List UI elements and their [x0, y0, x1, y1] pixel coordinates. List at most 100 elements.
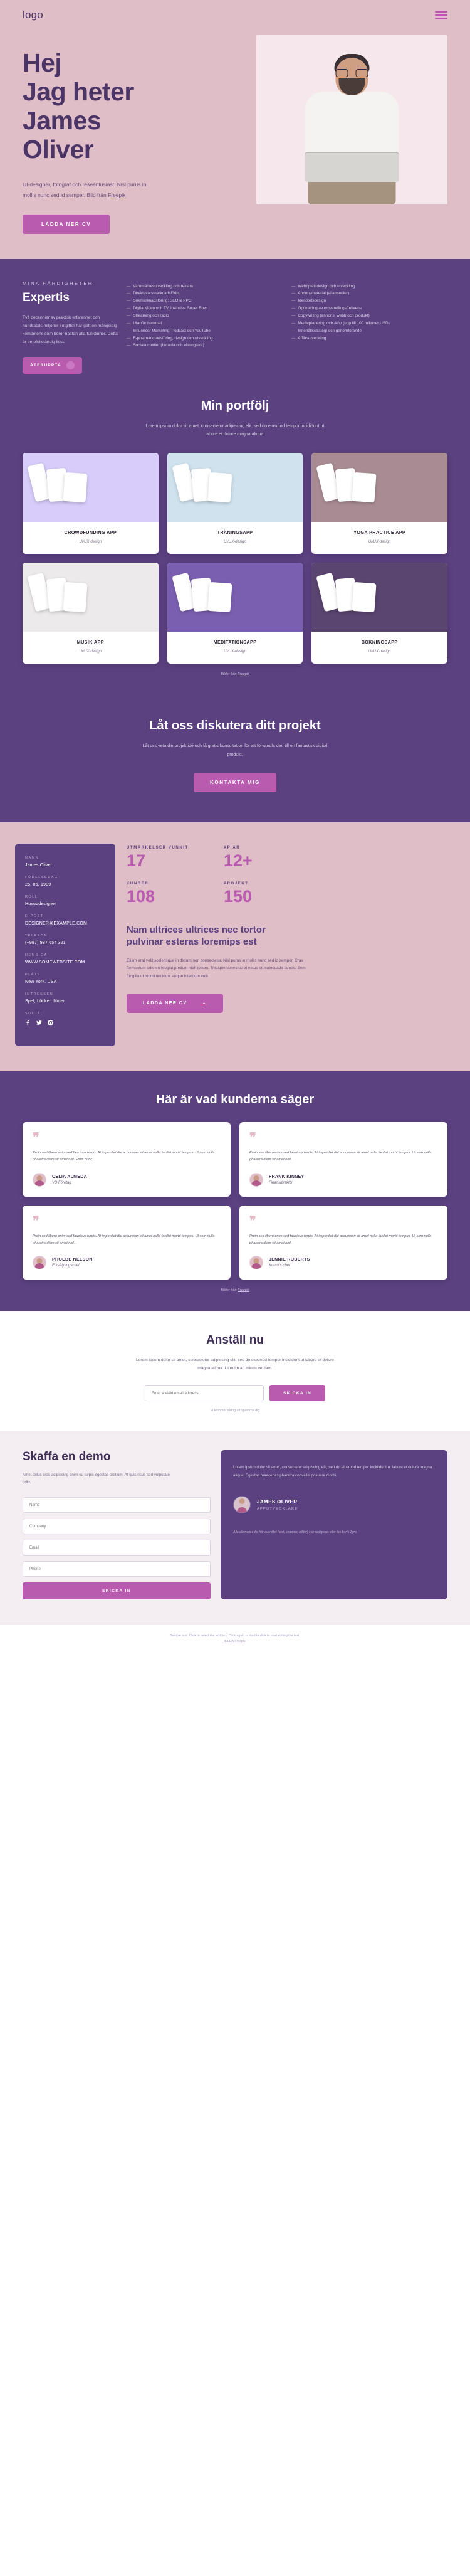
- skill-label: Influencer Marketing: Podcast och YouTub…: [133, 328, 211, 333]
- freepik-link[interactable]: Freepik: [108, 192, 125, 198]
- download-cv-button-secondary[interactable]: LADDA NER CV: [127, 994, 223, 1013]
- avatar: [33, 1255, 46, 1269]
- skill-label: Optimering av omvandlingsfrekvens: [298, 306, 362, 311]
- skill-item: — Streaming och radio: [127, 312, 283, 320]
- testimonials-credit-prefix: Bilder från: [221, 1288, 238, 1292]
- download-cv-button[interactable]: LADDA NER CV: [23, 214, 110, 234]
- quote-icon: ❞: [249, 1214, 256, 1228]
- stat-value: 17: [127, 851, 146, 871]
- hero-title-line-3: James: [23, 105, 102, 135]
- portfolio-card[interactable]: YOGA PRACTICE APP UI/UX-design: [311, 452, 447, 554]
- expertise-section: MINA FÄRDIGHETER Expertis Två decennier …: [0, 258, 470, 399]
- hamburger-menu-icon[interactable]: [435, 11, 447, 19]
- stat-item: XP ÅR 12+: [224, 846, 315, 869]
- profile-field-label: FÖDELSEDAG: [25, 876, 58, 880]
- page-title: Hej Jag heter James Oliver: [23, 48, 229, 164]
- stat-value: 150: [224, 887, 253, 906]
- profile-field-label: NAMN: [25, 856, 39, 861]
- profile-field-label: PLATS: [25, 973, 41, 977]
- newsletter-submit-button[interactable]: SKICKA IN: [269, 1385, 326, 1402]
- contact-me-button[interactable]: KONTAKTA MIG: [194, 773, 276, 793]
- facebook-icon[interactable]: [25, 1020, 31, 1026]
- demo-input-phone[interactable]: [23, 1561, 211, 1577]
- phone-mockup-icon: [352, 472, 377, 503]
- site-logo[interactable]: logo: [23, 9, 43, 21]
- portfolio-credit-link[interactable]: Freepik: [238, 672, 249, 676]
- skill-item: — Direktsvarsmarknadsföring: [127, 290, 283, 297]
- demo-input-company[interactable]: [23, 1518, 211, 1534]
- demo-credit: Alla element i det här avsnittet (text, …: [233, 1530, 358, 1535]
- portfolio-card-subtitle: UI/UX-design: [224, 649, 246, 654]
- resume-button[interactable]: ÅTERUPPTA: [23, 356, 83, 374]
- demo-input-name[interactable]: [23, 1497, 211, 1513]
- portfolio-thumbnail: [311, 452, 447, 522]
- testimonials-credit-link[interactable]: Freepik: [238, 1288, 249, 1292]
- discuss-subtitle: Låt oss veta din projektidé och få grati…: [142, 743, 328, 757]
- profile-field: HEMSIDA WWW.SOMEWEBSITE.COM: [25, 953, 105, 965]
- twitter-icon[interactable]: [36, 1020, 42, 1026]
- profile-field-value: 25. 05. 1989: [25, 883, 51, 888]
- phone-mockup-icon: [207, 472, 232, 503]
- profile-text: Etiam erat velit scelerisque in dictum n…: [127, 958, 306, 979]
- profile-section: NAMN James Oliver FÖDELSEDAG 25. 05. 1989 RO…: [0, 822, 470, 1072]
- portfolio-card-title: MUSIK APP: [76, 639, 104, 645]
- dash-icon: —: [291, 306, 296, 311]
- hero-title-line-2: Jag heter: [23, 77, 134, 106]
- skill-label: Digital video och TV, inklusive Super Bo…: [133, 306, 208, 311]
- quote-icon: ❞: [249, 1131, 256, 1145]
- demo-submit-button[interactable]: SKICKA IN: [23, 1582, 211, 1599]
- stat-item: PROJEKT 150: [224, 882, 315, 905]
- newsletter-email-input[interactable]: [144, 1385, 264, 1402]
- expertise-title: Expertis: [23, 290, 70, 304]
- hero-description-text: UI-designer, fotograf och reseentusiast.…: [23, 181, 147, 198]
- skill-item: — Annonsmaterial (alla medier): [291, 290, 447, 297]
- dash-icon: —: [291, 299, 296, 304]
- profile-field-value: New York, USA: [25, 980, 57, 985]
- profile-field: PLATS New York, USA: [25, 973, 105, 984]
- stat-label: KUNDER: [127, 882, 149, 886]
- testimonial-card: ❞ Proin sed libero enim sed faucibus turp…: [23, 1122, 231, 1197]
- phone-mockup-icon: [352, 581, 377, 613]
- profile-field-value: Spel, böcker, filmer: [25, 999, 65, 1004]
- instagram-icon[interactable]: [48, 1020, 53, 1026]
- skill-label: Identitetsdesign: [298, 299, 326, 304]
- portfolio-card[interactable]: BOKNINGSAPP UI/UX-design: [311, 562, 447, 664]
- profile-field-label: HEMSIDA: [25, 953, 48, 958]
- skill-item: — Varumärkesutveckling och reklam: [127, 283, 283, 290]
- footer-text: Sample text. Click to select the text bo…: [170, 1633, 300, 1638]
- skill-label: Varumärkesutveckling och reklam: [133, 284, 193, 289]
- avatar: [249, 1172, 263, 1187]
- testimonial-name: FRANK KINNEY: [269, 1174, 305, 1179]
- footer-link[interactable]: BILDA Freepik: [224, 1640, 245, 1643]
- dash-icon: —: [291, 336, 296, 341]
- portfolio-card[interactable]: TRÄNINGSAPP UI/UX-design: [167, 452, 303, 554]
- phone-mockup-icon: [63, 472, 88, 503]
- stat-label: PROJEKT: [224, 882, 249, 886]
- portfolio-thumbnail: [167, 562, 303, 632]
- demo-title: Skaffa en demo: [23, 1450, 111, 1464]
- resume-button-label: ÅTERUPPTA: [30, 363, 62, 368]
- skill-label: Webbplatsdesign och utveckling: [298, 284, 355, 289]
- avatar: [249, 1255, 263, 1269]
- phone-mockup-icon: [63, 581, 88, 613]
- dash-icon: —: [127, 291, 131, 296]
- demo-author: JAMES OLIVER APPUTVECKLARE: [233, 1496, 435, 1514]
- landing-page: logo Hej Jag heter James Oliver UI-desig…: [0, 0, 470, 1660]
- portfolio-card-subtitle: UI/UX-design: [224, 539, 246, 544]
- testimonials-title: Här är vad kunderna säger: [155, 1093, 315, 1107]
- skill-item: — Utanför hemmet: [127, 320, 283, 327]
- demo-input-email[interactable]: [23, 1539, 211, 1556]
- testimonial-name: CELIA ALMEDA: [52, 1174, 87, 1179]
- portfolio-card[interactable]: MEDITATIONSAPP UI/UX-design: [167, 562, 303, 664]
- profile-field-label: INTRESSEN: [25, 992, 54, 997]
- skill-item: — Influencer Marketing: Podcast och YouTu…: [127, 327, 283, 335]
- laptop-icon: [305, 153, 399, 182]
- portfolio-card[interactable]: MUSIK APP UI/UX-design: [23, 562, 159, 664]
- portfolio-card[interactable]: CROWDFUNDING APP UI/UX-design: [23, 452, 159, 554]
- testimonial-author: CELIA ALMEDA VD Företag: [33, 1172, 221, 1187]
- portfolio-card-subtitle: UI/UX-design: [79, 649, 102, 654]
- portfolio-thumbnail: [23, 452, 159, 522]
- skill-item: — Affärsutveckling: [291, 335, 447, 342]
- profile-title: Nam ultrices ultrices nec tortor pulvina…: [127, 925, 266, 948]
- dash-icon: —: [127, 299, 131, 304]
